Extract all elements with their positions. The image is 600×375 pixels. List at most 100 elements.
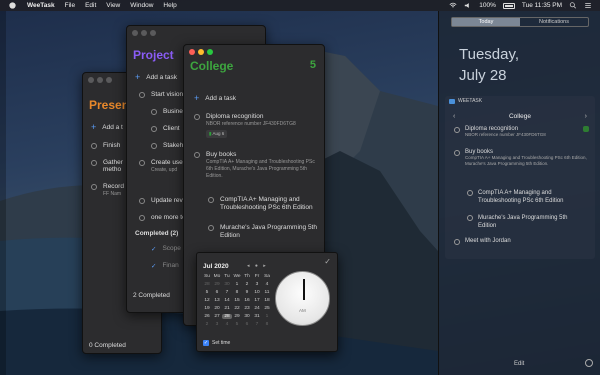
checkbox-circle-icon[interactable] (91, 184, 97, 190)
checkbox-circle-icon[interactable] (467, 215, 473, 221)
calendar-day[interactable]: 28 (222, 314, 232, 319)
checkmark-icon[interactable]: ✓ (151, 262, 156, 270)
gear-icon[interactable] (585, 359, 593, 367)
calendar-day[interactable]: 3 (252, 282, 262, 287)
add-task-button[interactable]: + Add a t (91, 123, 123, 132)
task-item[interactable]: Create use Create, upd (139, 159, 183, 173)
app-menu[interactable]: WeeTask (27, 2, 55, 9)
calendar-day[interactable]: 30 (222, 282, 232, 287)
chevron-left-icon[interactable]: ‹ (453, 113, 455, 120)
calendar-day[interactable]: 27 (212, 314, 222, 319)
calendar-day[interactable]: 8 (232, 290, 242, 295)
menu-view[interactable]: View (106, 2, 120, 9)
calendar-day[interactable]: 7 (252, 322, 262, 327)
task-item[interactable]: one more to (139, 214, 186, 221)
calendar-day[interactable]: 10 (252, 290, 262, 295)
completed-footer[interactable]: 2 Completed (133, 292, 170, 299)
subtask-item[interactable]: CompTIA A+ Managing and Troubleshooting … (208, 196, 318, 212)
calendar-grid[interactable]: Su Mo Tu We Th Fr Sa 28 29 30 1 2 3 4 5 6 7 8 9 10 11 12 13 14 1… (202, 274, 272, 327)
checkbox-circle-icon[interactable] (208, 197, 214, 203)
checkbox-circle-icon[interactable] (467, 190, 473, 196)
calendar-day[interactable]: 9 (242, 290, 252, 295)
calendar-day[interactable]: 7 (222, 290, 232, 295)
today-notifications-segmented[interactable]: Today Notifications (451, 17, 589, 27)
calendar-day[interactable]: 2 (242, 282, 252, 287)
calendar-day[interactable]: 22 (232, 306, 242, 311)
date-time-picker-popover[interactable]: ✓ Jul 2020 ◂ ● ▸ Su Mo Tu We Th Fr Sa 28 29 30 1 2 3… (196, 252, 338, 352)
checkbox-circle-icon[interactable] (454, 239, 460, 245)
menu-edit[interactable]: Edit (85, 2, 96, 9)
task-item[interactable]: Diploma recognition NBOR reference numbe… (194, 113, 320, 138)
calendar-day[interactable]: 18 (262, 298, 272, 303)
subtask-item[interactable]: Busine (151, 108, 183, 115)
completed-item[interactable]: ✓ Scope (151, 245, 181, 253)
spotlight-icon[interactable] (569, 2, 577, 9)
calendar-day[interactable]: 14 (222, 298, 232, 303)
calendar-day[interactable]: 4 (222, 322, 232, 327)
calendar-day[interactable]: 1 (262, 314, 272, 319)
calendar-day[interactable]: 16 (242, 298, 252, 303)
calendar-day[interactable]: 28 (202, 282, 212, 287)
task-item[interactable]: Start vision (139, 91, 183, 98)
volume-icon[interactable] (464, 2, 472, 9)
due-date-tag[interactable]: ▮ Aug 6 (206, 130, 228, 138)
weetask-widget[interactable]: WEETASK ‹ College › Diploma recognition N… (445, 96, 595, 259)
edit-widgets-button[interactable]: Edit (514, 361, 524, 367)
checkbox-circle-icon[interactable] (208, 225, 214, 231)
add-task-button[interactable]: + Add a task (135, 73, 177, 82)
menu-help[interactable]: Help (163, 2, 176, 9)
confirm-check-icon[interactable]: ✓ (324, 257, 331, 266)
calendar-day[interactable]: 5 (202, 290, 212, 295)
window-controls[interactable] (132, 30, 156, 36)
calendar-day[interactable]: 5 (232, 322, 242, 327)
checkbox-checked-icon[interactable]: ✓ (203, 340, 209, 346)
calendar-day[interactable]: 31 (252, 314, 262, 319)
menu-file[interactable]: File (65, 2, 75, 9)
apple-menu-icon[interactable] (9, 2, 16, 9)
calendar-day[interactable]: 24 (252, 306, 262, 311)
menubar-clock[interactable]: Tue 11:35 PM (522, 2, 562, 9)
task-item[interactable]: Record FF Nam (91, 183, 124, 197)
calendar-day[interactable]: 11 (262, 290, 272, 295)
checkbox-circle-icon[interactable] (139, 198, 145, 204)
calendar-day[interactable]: 3 (212, 322, 222, 327)
task-item[interactable]: Finish (91, 142, 120, 149)
chevron-right-icon[interactable]: › (585, 113, 587, 120)
checkbox-circle-icon[interactable] (151, 126, 157, 132)
checkbox-circle-icon[interactable] (139, 215, 145, 221)
checkbox-circle-icon[interactable] (151, 109, 157, 115)
checkmark-icon[interactable]: ✓ (151, 245, 156, 253)
task-item[interactable]: Gather metho (91, 159, 123, 173)
window-controls[interactable] (88, 77, 112, 83)
month-nav[interactable]: ◂ ● ▸ (247, 263, 268, 269)
checkbox-circle-icon[interactable] (194, 114, 200, 120)
checkbox-circle-icon[interactable] (139, 92, 145, 98)
calendar-day[interactable]: 4 (262, 282, 272, 287)
calendar-day[interactable]: 6 (212, 290, 222, 295)
task-item[interactable]: Update revi (139, 197, 184, 204)
widget-subtask-item[interactable]: CompTIA A+ Managing and Troubleshooting … (467, 189, 587, 205)
calendar-day[interactable]: 29 (212, 282, 222, 287)
checkbox-circle-icon[interactable] (454, 150, 460, 156)
window-controls[interactable] (189, 49, 213, 55)
calendar-day[interactable]: 20 (212, 306, 222, 311)
minute-hand[interactable] (303, 282, 305, 300)
task-item[interactable]: Buy books CompTIA A+ Managing and Troubl… (194, 151, 320, 179)
checkbox-circle-icon[interactable] (194, 152, 200, 158)
subtask-item[interactable]: Murache's Java Programming 5th Edition (208, 224, 318, 240)
checkbox-circle-icon[interactable] (151, 143, 157, 149)
calendar-day[interactable]: 19 (202, 306, 212, 311)
completed-header[interactable]: Completed (2) (135, 230, 178, 237)
checkbox-circle-icon[interactable] (139, 160, 145, 166)
calendar-day[interactable]: 12 (202, 298, 212, 303)
checkbox-circle-icon[interactable] (454, 127, 460, 133)
widget-task-item[interactable]: Buy books CompTIA A+ Managing and Trouble… (454, 149, 589, 167)
calendar-day[interactable]: 13 (212, 298, 222, 303)
calendar-day[interactable]: 21 (222, 306, 232, 311)
am-pm-label[interactable]: AM (299, 308, 306, 313)
subtask-item[interactable]: Client (151, 125, 180, 132)
calendar-day[interactable]: 26 (202, 314, 212, 319)
control-center-icon[interactable] (584, 2, 592, 9)
checkbox-circle-icon[interactable] (91, 160, 97, 166)
battery-icon[interactable] (502, 2, 515, 9)
